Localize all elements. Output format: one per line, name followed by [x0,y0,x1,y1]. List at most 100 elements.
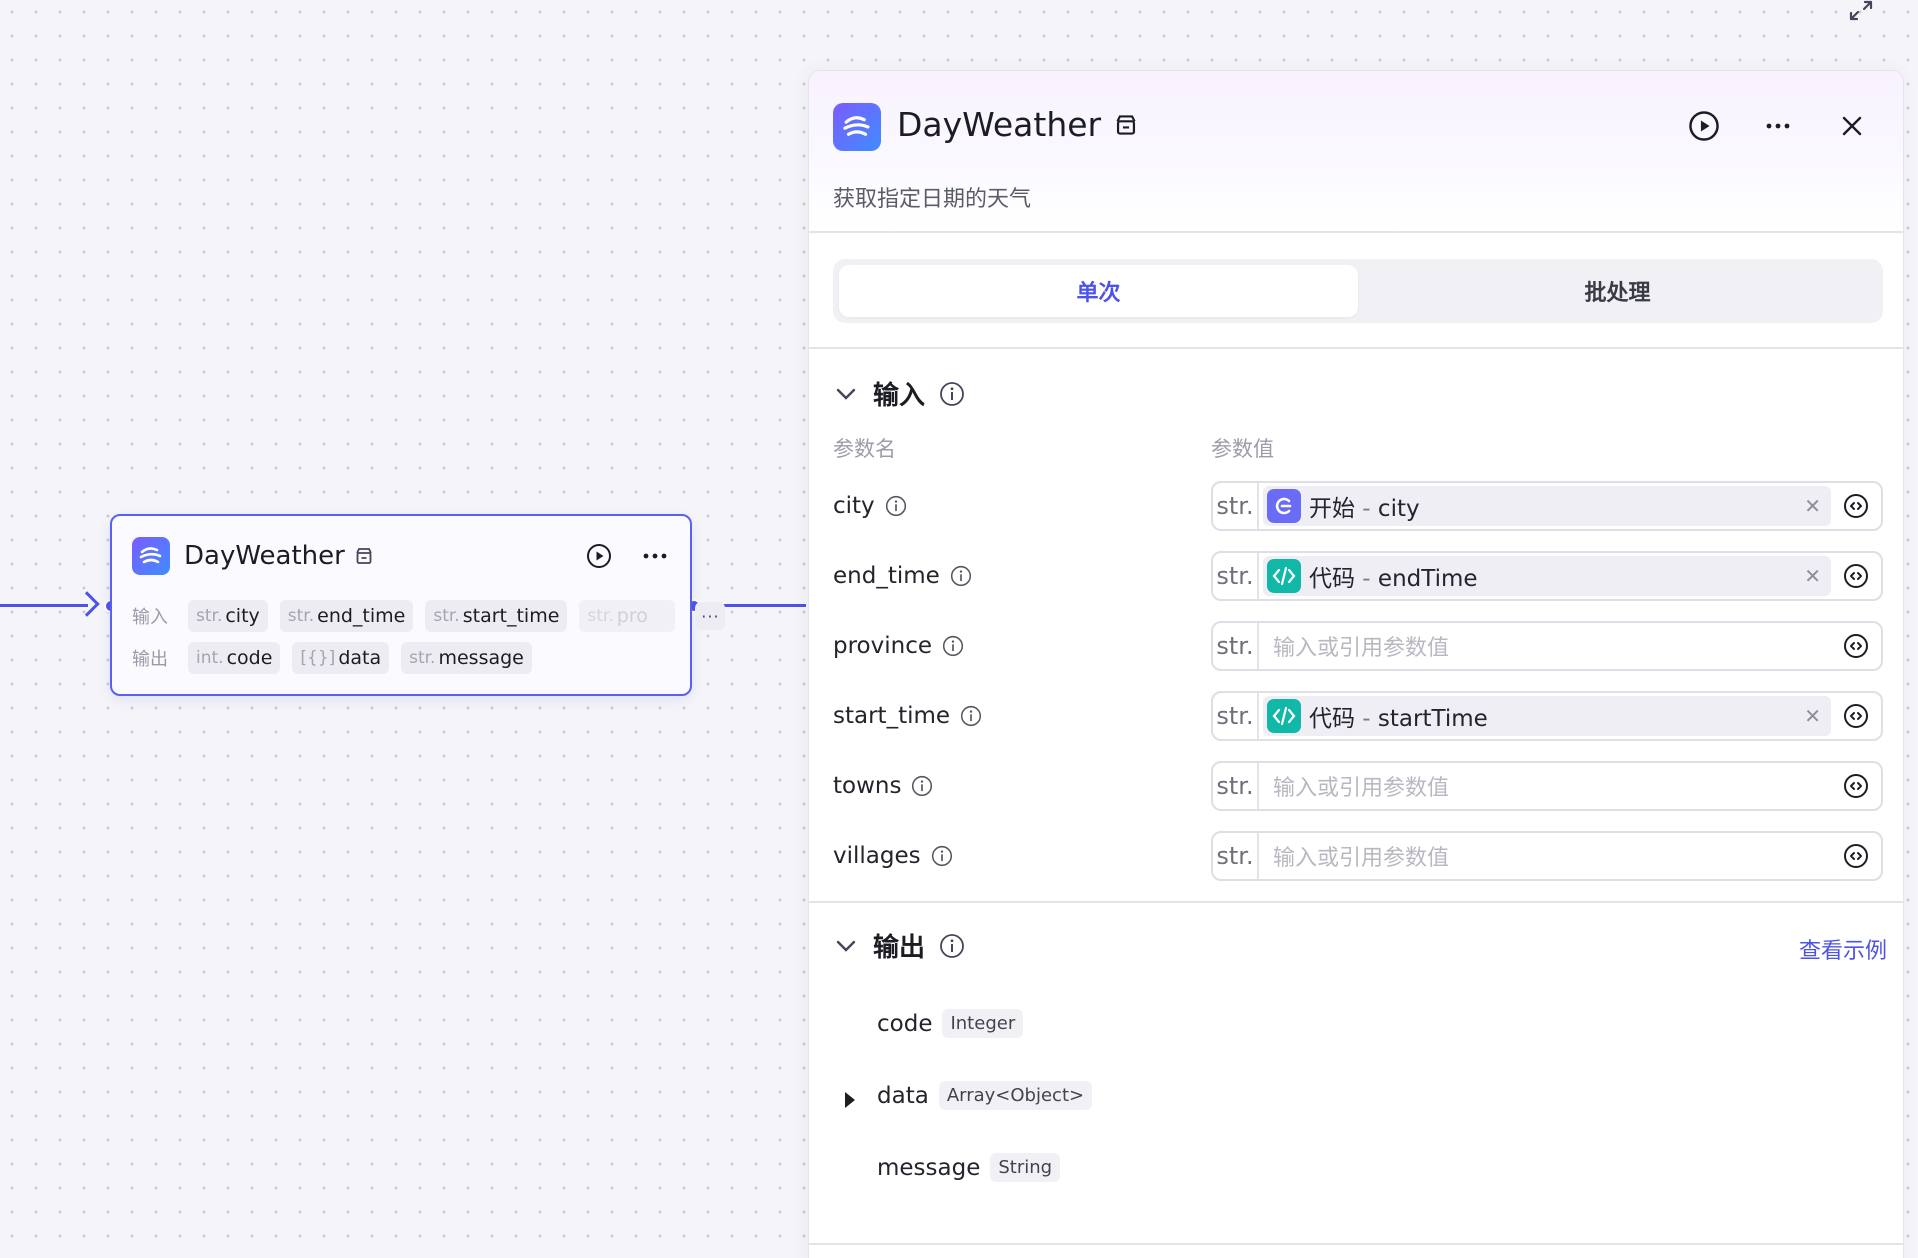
info-icon[interactable] [942,635,964,657]
ref-node-name: 代码 [1309,706,1355,732]
param-name: towns [833,773,902,799]
node-run-icon[interactable] [582,539,616,573]
fullscreen-icon[interactable] [1848,0,1874,26]
input-section-title: 输入 [873,381,926,411]
output-name: code [877,1010,933,1037]
ref-var-name: city [1377,496,1420,522]
output-type-badge: String [990,1153,1061,1182]
node-config-panel: DayWeather 获取指定日期的天气 单次 批处理 输入 参数名 参数值 c… [808,70,1904,1258]
param-name: city [833,493,875,519]
panel-title: DayWeather [897,105,1102,144]
output-section-title: 输出 [873,933,926,963]
info-icon[interactable] [911,775,933,797]
more-icon[interactable] [1761,109,1795,143]
variable-picker-icon[interactable] [1837,697,1875,735]
node-inputs-more-button[interactable]: ··· [695,602,726,630]
param-type-label: str. [1213,483,1259,529]
node-input-row: 输入 str. city str. end_time str. start_time … [132,600,726,632]
info-icon[interactable] [939,381,965,407]
weather-plugin-icon [132,537,170,575]
param-name: start_time [833,703,951,729]
info-icon[interactable] [950,565,972,587]
input-section-header[interactable]: 输入 [833,375,965,412]
expand-caret-icon[interactable] [843,1091,857,1113]
variable-picker-icon[interactable] [1837,487,1875,525]
view-example-link[interactable]: 查看示例 [1799,933,1887,965]
param-value-field[interactable]: str. 代码 - endTime ✕ [1211,551,1883,601]
param-row-end-time: end_time str. 代码 - endTime ✕ [833,551,1883,601]
clear-icon[interactable]: ✕ [1804,704,1821,728]
ref-var-name: startTime [1377,706,1488,732]
param-row-villages: villages str. 输入或引用参数值 [833,831,1883,881]
panel-description: 获取指定日期的天气 [833,187,1032,212]
variable-reference-chip[interactable]: 开始 - city ✕ [1263,486,1831,526]
output-name: data [877,1082,929,1109]
output-field-message: message String [877,1153,1061,1182]
divider [809,901,1903,903]
node-input-tag: str. end_time [279,600,414,632]
node-output-label: 输出 [132,649,168,670]
param-value-field[interactable]: str. 输入或引用参数值 [1211,621,1883,671]
store-icon [355,547,373,565]
chevron-down-icon[interactable] [833,933,859,959]
param-type-label: str. [1213,553,1259,599]
ref-node-name: 开始 [1309,496,1355,522]
code-node-icon [1267,699,1301,733]
output-name: message [877,1154,981,1181]
run-mode-tabs: 单次 批处理 [833,259,1883,323]
code-node-icon [1267,559,1301,593]
workflow-node-dayweather[interactable]: DayWeather 输入 str. city str. end_time str.… [110,514,726,696]
ref-node-name: 代码 [1309,566,1355,592]
node-input-tag-truncated: str. pro [579,600,676,632]
clear-icon[interactable]: ✕ [1804,494,1821,518]
output-type-badge: Integer [942,1009,1024,1038]
tab-batch[interactable]: 批处理 [1358,265,1877,317]
info-icon[interactable] [939,933,965,959]
param-type-label: str. [1213,623,1259,669]
node-input-tag: str. city [188,600,268,632]
node-more-icon[interactable] [638,539,672,573]
info-icon[interactable] [885,495,907,517]
edge-arrow-icon [74,591,100,617]
param-row-start-time: start_time str. 代码 - startTime ✕ [833,691,1883,741]
clear-icon[interactable]: ✕ [1804,564,1821,588]
param-value-placeholder[interactable]: 输入或引用参数值 [1259,630,1837,662]
variable-reference-chip[interactable]: 代码 - endTime ✕ [1263,556,1831,596]
param-name: end_time [833,563,940,589]
node-output-tag: int. code [188,642,281,674]
tab-single[interactable]: 单次 [839,265,1358,317]
param-value-placeholder[interactable]: 输入或引用参数值 [1259,840,1837,872]
param-value-field[interactable]: str. 代码 - startTime ✕ [1211,691,1883,741]
weather-plugin-icon [833,103,881,151]
info-icon[interactable] [931,845,953,867]
info-icon[interactable] [960,705,982,727]
node-output-tag: str. message [401,642,532,674]
param-value-field[interactable]: str. 开始 - city ✕ [1211,481,1883,531]
output-section-header[interactable]: 输出 [833,927,965,964]
variable-picker-icon[interactable] [1837,627,1875,665]
param-row-towns: towns str. 输入或引用参数值 [833,761,1883,811]
node-output-row: 输出 int. code [{}] data str. message [132,642,532,674]
variable-picker-icon[interactable] [1837,557,1875,595]
divider [809,1243,1903,1245]
param-name-column-header: 参数名 [833,437,896,461]
close-icon[interactable] [1835,109,1869,143]
param-value-field[interactable]: str. 输入或引用参数值 [1211,761,1883,811]
output-type-badge: Array<Object> [938,1081,1093,1110]
run-icon[interactable] [1687,109,1721,143]
variable-picker-icon[interactable] [1837,837,1875,875]
output-field-code: code Integer [877,1009,1024,1038]
node-input-label: 输入 [132,607,168,628]
param-row-province: province str. 输入或引用参数值 [833,621,1883,671]
param-value-placeholder[interactable]: 输入或引用参数值 [1259,770,1837,802]
node-output-tag: [{}] data [292,642,390,674]
chevron-down-icon[interactable] [833,381,859,407]
output-field-data[interactable]: data Array<Object> [877,1081,1093,1110]
variable-picker-icon[interactable] [1837,767,1875,805]
param-name: villages [833,843,921,869]
ref-var-name: endTime [1377,566,1478,592]
variable-reference-chip[interactable]: 代码 - startTime ✕ [1263,696,1831,736]
param-type-label: str. [1213,693,1259,739]
node-input-tag: str. start_time [425,600,568,632]
param-value-field[interactable]: str. 输入或引用参数值 [1211,831,1883,881]
